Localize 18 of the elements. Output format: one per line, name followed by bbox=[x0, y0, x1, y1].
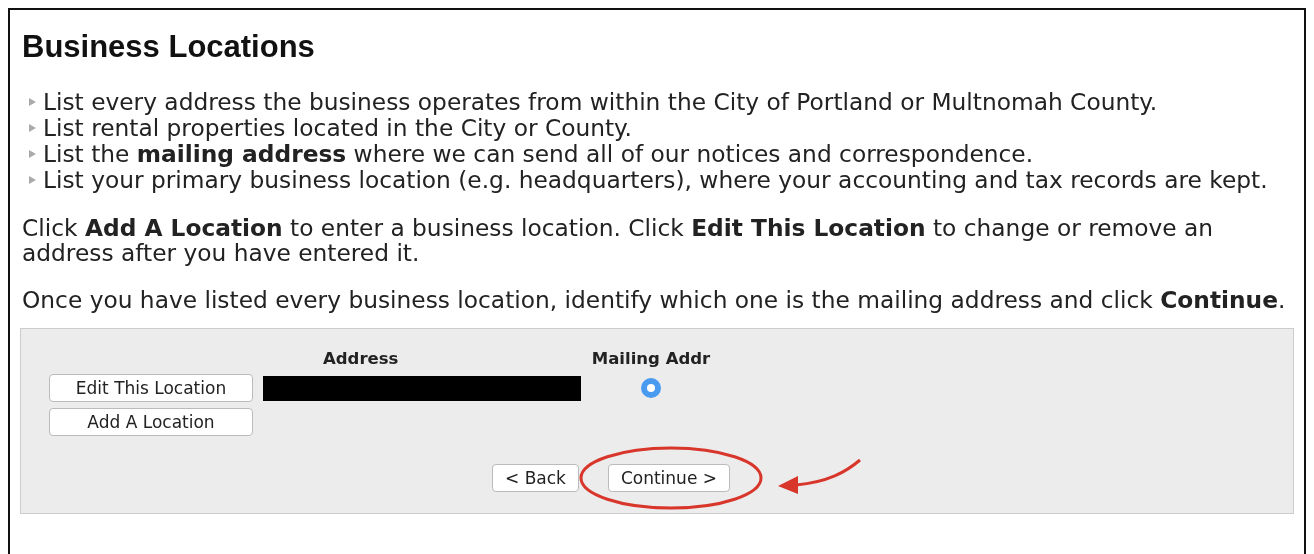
bullet-text: List the mailing address where we can send all of our notices and correspondence. bbox=[43, 141, 1034, 167]
instruction-text: Once you have listed every business location, identify which one is the mailing address and click Continue. bbox=[22, 287, 1287, 312]
continue-button[interactable]: Continue > bbox=[607, 464, 730, 492]
column-header: Address bbox=[322, 349, 400, 368]
column-header: Mailing Addr bbox=[591, 349, 711, 368]
bullet-icon bbox=[29, 150, 36, 158]
mailing-radio[interactable] bbox=[641, 378, 661, 398]
bullet-text: List every address the business operates from within the City of Portland or Multnomah County. bbox=[43, 89, 1158, 115]
edit-location-button[interactable]: Edit This Location bbox=[49, 374, 253, 402]
page-heading: Business Locations bbox=[22, 30, 316, 64]
bullet-icon bbox=[29, 124, 36, 132]
bullet-icon bbox=[29, 98, 36, 106]
bullet-text: List rental properties located in the City or County. bbox=[43, 115, 632, 141]
add-location-button[interactable]: Add A Location bbox=[49, 408, 253, 436]
instruction-text: Click Add A Location to enter a business location. Click Edit This Location to change or remove an address after you have entered it. bbox=[22, 215, 1215, 265]
bullet-icon bbox=[29, 176, 36, 184]
bullet-text: List your primary business location (e.g. headquarters), where your accounting and tax records are kept. bbox=[43, 167, 1268, 193]
back-button[interactable]: < Back bbox=[492, 464, 579, 492]
